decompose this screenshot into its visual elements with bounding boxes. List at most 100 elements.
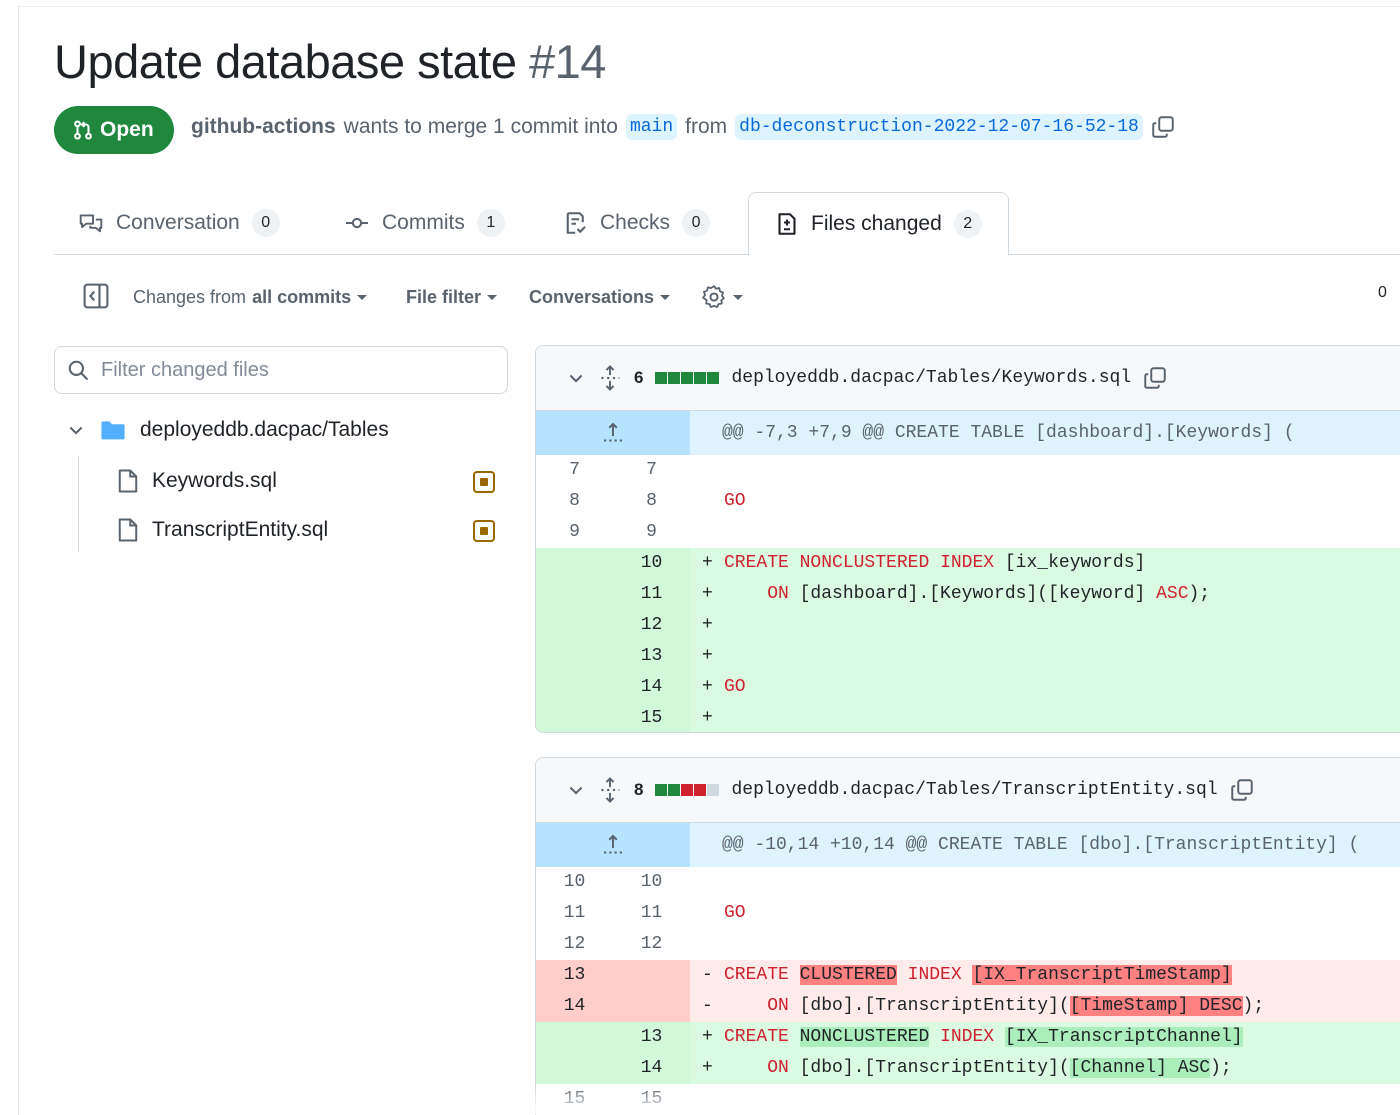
changes-from-dropdown[interactable]: Changes from all commits — [133, 287, 368, 308]
diff-sign: + — [702, 1027, 713, 1047]
old-line-number[interactable] — [536, 548, 613, 579]
old-line-number[interactable]: 13 — [536, 960, 613, 991]
diff-settings-button[interactable] — [701, 284, 743, 310]
old-line-number[interactable]: 10 — [536, 867, 613, 898]
changes-value: all commits — [252, 287, 352, 307]
old-line-number[interactable] — [536, 703, 613, 732]
new-line-number[interactable]: 11 — [613, 579, 690, 610]
gear-icon — [702, 285, 725, 308]
chevron-down-icon[interactable] — [566, 780, 586, 800]
tab-commits[interactable]: Commits 1 — [344, 192, 505, 254]
old-line-number[interactable]: 9 — [536, 517, 613, 548]
checklist-icon — [566, 212, 586, 234]
diff-sign: + — [702, 615, 713, 635]
old-line-number[interactable] — [536, 1022, 613, 1053]
file-path[interactable]: deployeddb.dacpac/Tables/Keywords.sql — [731, 368, 1131, 388]
old-line-number[interactable] — [536, 579, 613, 610]
diff-line-added: 12 + — [536, 610, 1400, 641]
head-branch[interactable]: db-deconstruction-2022-12-07-16-52-18 — [735, 114, 1143, 140]
old-line-number[interactable]: 11 — [536, 898, 613, 929]
sidebar-collapse-icon — [83, 283, 109, 309]
line-code — [690, 867, 1400, 898]
conversations-dropdown[interactable]: Conversations — [529, 287, 671, 308]
tab-label: Conversation — [116, 211, 240, 234]
old-line-number[interactable]: 7 — [536, 455, 613, 486]
file-diff-transcriptentity: 8 deployeddb.dacpac/Tables/TranscriptEnt… — [535, 757, 1400, 1115]
pr-number: #14 — [529, 35, 606, 88]
changes-count: 6 — [634, 368, 644, 387]
new-line-number[interactable]: 13 — [613, 1022, 690, 1053]
old-line-number[interactable]: 12 — [536, 929, 613, 960]
tab-checks[interactable]: Checks 0 — [564, 192, 711, 254]
filter-placeholder: Filter changed files — [101, 358, 269, 381]
new-line-number[interactable]: 11 — [613, 898, 690, 929]
pull-request-icon — [74, 120, 92, 140]
new-line-number[interactable]: 13 — [613, 641, 690, 672]
copy-icon[interactable] — [1143, 366, 1167, 390]
old-line-number[interactable] — [536, 641, 613, 672]
new-line-number[interactable]: 14 — [613, 1053, 690, 1084]
diff-line: 10 10 — [536, 867, 1400, 898]
line-code: + — [690, 641, 1400, 672]
tab-counter: 2 — [953, 210, 982, 238]
tab-conversation[interactable]: Conversation 0 — [78, 192, 280, 254]
chevron-down-icon[interactable] — [566, 368, 586, 388]
new-line-number[interactable]: 10 — [613, 548, 690, 579]
line-code: + — [690, 610, 1400, 641]
old-line-number[interactable] — [536, 672, 613, 703]
line-code: - ON [dbo].[TranscriptEntity]([TimeStamp… — [690, 991, 1400, 1022]
caret-down-icon — [733, 294, 743, 300]
changes-prefix: Changes from — [133, 287, 247, 307]
copy-icon[interactable] — [1230, 778, 1254, 802]
file-path[interactable]: deployeddb.dacpac/Tables/TranscriptEntit… — [731, 780, 1217, 800]
new-line-number[interactable]: 14 — [613, 672, 690, 703]
tree-file-transcriptentity[interactable]: TranscriptEntity.sql — [116, 517, 328, 543]
author-link[interactable]: github-actions — [191, 115, 336, 139]
expand-up-button[interactable] — [536, 411, 690, 455]
tree-file-keywords[interactable]: Keywords.sql — [116, 468, 277, 494]
viewed-count: 0 — [1378, 284, 1387, 301]
unfold-icon[interactable] — [598, 365, 622, 391]
line-code: + GO — [690, 672, 1400, 703]
old-line-number[interactable]: 14 — [536, 991, 613, 1022]
file-header: 8 deployeddb.dacpac/Tables/TranscriptEnt… — [536, 758, 1400, 823]
line-code: + — [690, 703, 1400, 732]
new-line-number[interactable]: 9 — [613, 517, 690, 548]
new-line-number[interactable]: 8 — [613, 486, 690, 517]
file-icon — [118, 469, 138, 493]
new-line-number[interactable]: 10 — [613, 867, 690, 898]
folder-icon — [101, 421, 125, 440]
state-label: Open — [100, 118, 154, 141]
new-line-number[interactable]: 12 — [613, 929, 690, 960]
base-branch[interactable]: main — [625, 114, 678, 140]
code-text: GO — [724, 903, 746, 923]
file-modified-icon — [473, 520, 495, 542]
diff-line-added: 14 + ON [dbo].[TranscriptEntity]([Channel… — [536, 1053, 1400, 1084]
diffstat — [655, 784, 720, 796]
diff-line-deleted: 13 - CREATE CLUSTERED INDEX [IX_Transcript… — [536, 960, 1400, 991]
diff-line-added: 10 + CREATE NONCLUSTERED INDEX [ix_keyword… — [536, 548, 1400, 579]
file-filter-dropdown[interactable]: File filter — [406, 287, 498, 308]
new-line-number[interactable] — [613, 960, 690, 991]
expand-up-button[interactable] — [536, 823, 690, 867]
unfold-icon[interactable] — [598, 777, 622, 803]
old-line-number[interactable]: 8 — [536, 486, 613, 517]
expand-up-icon — [604, 834, 622, 854]
copy-icon[interactable] — [1151, 115, 1175, 139]
tab-files-changed[interactable]: Files changed 2 — [748, 192, 1009, 256]
diff-line: 77 — [536, 455, 1400, 486]
diff-line-added: 15 + — [536, 703, 1400, 732]
new-line-number[interactable]: 7 — [613, 455, 690, 486]
diff-line: 12 12 — [536, 929, 1400, 960]
line-code: + ON [dashboard].[Keywords]([keyword] AS… — [690, 579, 1400, 610]
new-line-number[interactable]: 15 — [613, 703, 690, 732]
new-line-number[interactable] — [613, 991, 690, 1022]
new-line-number[interactable]: 12 — [613, 610, 690, 641]
diff-line-deleted: 14 - ON [dbo].[TranscriptEntity]([TimeSta… — [536, 991, 1400, 1022]
old-line-number[interactable] — [536, 1053, 613, 1084]
filter-changed-files-input[interactable]: Filter changed files — [54, 346, 508, 394]
tree-directory[interactable]: deployeddb.dacpac/Tables — [66, 418, 389, 442]
toggle-file-tree-button[interactable] — [82, 282, 110, 310]
tab-counter: 1 — [476, 209, 505, 237]
old-line-number[interactable] — [536, 610, 613, 641]
